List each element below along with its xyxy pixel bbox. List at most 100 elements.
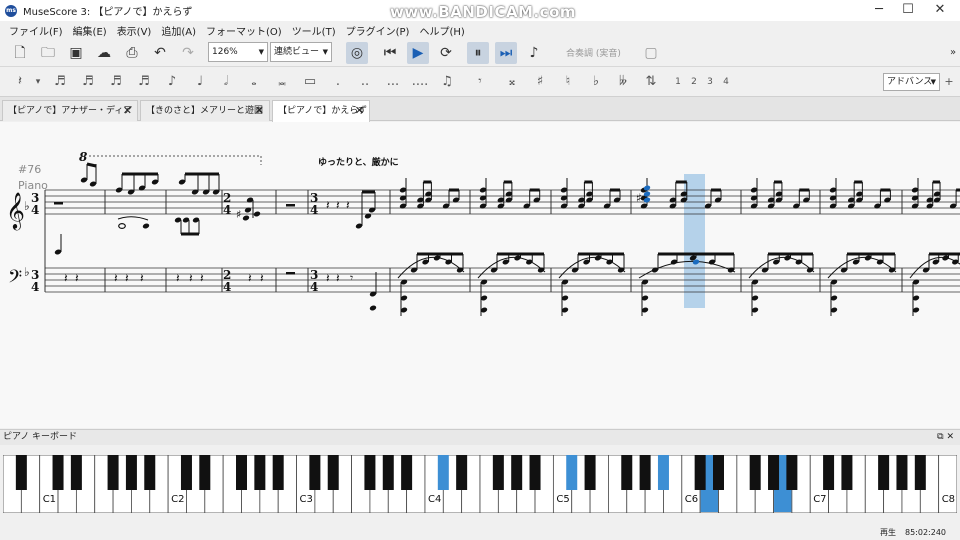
piano-keyboard[interactable]: C1 C2 C3 C4 C5 C6 C7 C8 — [2, 454, 958, 514]
black-key[interactable] — [401, 455, 413, 490]
menu-plugins[interactable]: プラグイン(P) — [341, 23, 415, 38]
print-icon[interactable]: ⎙ — [121, 42, 143, 64]
camera-icon[interactable]: ▢ — [640, 42, 662, 64]
note-input-mode-icon[interactable]: 𝄽 — [10, 73, 30, 91]
metronome-circle-icon[interactable]: ◎ — [346, 42, 368, 64]
black-key[interactable] — [786, 455, 798, 490]
menu-view[interactable]: 表示(V) — [112, 23, 157, 38]
black-key[interactable] — [144, 455, 156, 490]
loop-icon[interactable]: ⟳ — [435, 42, 457, 64]
chevron-down-icon[interactable]: ▾ — [33, 73, 43, 91]
black-key[interactable] — [199, 455, 211, 490]
voice-4-button[interactable]: 4 — [720, 73, 732, 91]
whole-note-icon[interactable]: 𝅝 — [246, 73, 262, 91]
quadruple-dot-icon[interactable]: .... — [408, 73, 432, 91]
flip-direction-icon[interactable]: ⇅ — [643, 73, 659, 91]
rest-icon[interactable]: 𝄾 — [472, 73, 488, 91]
128th-note-icon[interactable]: ♬ — [52, 73, 68, 91]
tab-another-dearest[interactable]: 【ピアノで】アナザー・ディアレスト✕ — [2, 100, 138, 136]
voice-3-button[interactable]: 3 — [704, 73, 716, 91]
pressed-black-key[interactable] — [657, 455, 669, 490]
metronome-icon[interactable]: ♪ — [523, 42, 545, 64]
black-key[interactable] — [492, 455, 504, 490]
black-key[interactable] — [529, 455, 541, 490]
score-canvas[interactable]: #76 Piano 8 ゆったりと、厳かに 𝄞𝄢♭♭343424243434𝄽 𝄽… — [0, 122, 960, 428]
save-icon[interactable]: ▣ — [65, 42, 87, 64]
menu-format[interactable]: フォーマット(O) — [201, 23, 287, 38]
black-key[interactable] — [272, 455, 284, 490]
natural-icon[interactable]: ♮ — [560, 73, 576, 91]
black-key[interactable] — [364, 455, 376, 490]
menu-help[interactable]: ヘルプ(H) — [414, 23, 469, 38]
black-key[interactable] — [382, 455, 394, 490]
menu-edit[interactable]: 編集(E) — [68, 23, 112, 38]
close-icon[interactable]: ✕ — [355, 101, 364, 121]
black-key[interactable] — [327, 455, 339, 490]
black-key[interactable] — [878, 455, 890, 490]
black-key[interactable] — [309, 455, 321, 490]
rewind-icon[interactable]: ⏮ — [379, 42, 401, 64]
new-file-icon[interactable]: 🗋 — [9, 42, 31, 64]
black-key[interactable] — [713, 455, 724, 490]
double-dot-icon[interactable]: .. — [356, 73, 374, 91]
tab-kaerazu[interactable]: 【ピアノで】かえらず ✕ — [272, 100, 370, 122]
voice-2-button[interactable]: 2 — [688, 73, 700, 91]
quarter-note-icon[interactable]: ♩ — [192, 73, 208, 91]
black-key[interactable] — [639, 455, 651, 490]
black-key[interactable] — [15, 455, 27, 490]
black-key[interactable] — [841, 455, 853, 490]
black-key[interactable] — [511, 455, 523, 490]
loop-out-icon[interactable]: ⏭ — [495, 42, 517, 64]
tab-mary-amusement-park[interactable]: 【きのさと】メアリーと遊園地✕ — [140, 100, 270, 136]
half-note-icon[interactable]: 𝅗𝅥 — [218, 73, 234, 91]
double-sharp-icon[interactable]: 𝄪 — [504, 73, 520, 91]
concert-pitch-toggle[interactable]: 合奏調 (実音) — [566, 46, 621, 59]
menu-file[interactable]: ファイル(F) — [4, 23, 68, 38]
open-folder-icon[interactable]: 🗀 — [37, 42, 59, 64]
black-key[interactable] — [254, 455, 266, 490]
cloud-upload-icon[interactable]: ☁ — [93, 42, 115, 64]
pressed-black-key[interactable] — [437, 455, 449, 490]
close-button[interactable]: ✕ — [925, 0, 955, 21]
triple-dot-icon[interactable]: ... — [383, 73, 403, 91]
panel-float-icons[interactable]: ⧉ ✕ — [937, 430, 954, 445]
loop-in-icon[interactable]: ⏸ — [467, 42, 489, 64]
zoom-select[interactable]: 126% ▼ — [208, 42, 268, 62]
black-key[interactable] — [621, 455, 633, 490]
black-key[interactable] — [914, 455, 926, 490]
black-key[interactable] — [584, 455, 596, 490]
close-icon[interactable]: ✕ — [255, 101, 264, 121]
longa-icon[interactable]: ▭ — [302, 73, 318, 91]
black-key[interactable] — [236, 455, 247, 490]
black-key[interactable] — [125, 455, 137, 490]
augmentation-dot-icon[interactable]: . — [330, 73, 346, 91]
black-key[interactable] — [52, 455, 64, 490]
redo-icon[interactable]: ↷ — [177, 42, 199, 64]
piano-keys[interactable]: C1 C2 C3 C4 C5 C6 C7 C8 — [2, 454, 958, 514]
16th-note-icon[interactable]: ♬ — [136, 73, 152, 91]
minimize-button[interactable]: ─ — [864, 0, 894, 21]
black-key[interactable] — [768, 455, 780, 490]
black-key[interactable] — [694, 455, 706, 490]
undo-icon[interactable]: ↶ — [149, 42, 171, 64]
voice-1-button[interactable]: 1 — [672, 73, 684, 91]
workspace-select[interactable]: アドバンス ▼ — [883, 73, 940, 91]
black-key[interactable] — [749, 455, 761, 490]
64th-note-icon[interactable]: ♬ — [80, 73, 96, 91]
eighth-note-icon[interactable]: ♪ — [164, 73, 180, 91]
black-key[interactable] — [70, 455, 82, 490]
black-key[interactable] — [823, 455, 835, 490]
32nd-note-icon[interactable]: ♬ — [108, 73, 124, 91]
sharp-icon[interactable]: ♯ — [532, 73, 548, 91]
flat-icon[interactable]: ♭ — [588, 73, 604, 91]
maximize-button[interactable]: ☐ — [893, 0, 923, 21]
play-icon[interactable]: ▶ — [407, 42, 429, 64]
menu-add[interactable]: 追加(A) — [156, 23, 201, 38]
score-view[interactable]: #76 Piano 8 ゆったりと、厳かに 𝄞 𝄢 ♭ ♭ 3 4 3 4 2 4 2 4 3 4 3 4 𝄽 𝄽… — [0, 122, 960, 428]
tie-icon[interactable]: ♫ — [438, 73, 456, 91]
pressed-black-key[interactable] — [566, 455, 578, 490]
black-key[interactable] — [180, 455, 192, 490]
black-key[interactable] — [107, 455, 119, 490]
black-key[interactable] — [456, 455, 468, 490]
view-mode-select[interactable]: 連続ビュー ▼ — [270, 42, 332, 62]
